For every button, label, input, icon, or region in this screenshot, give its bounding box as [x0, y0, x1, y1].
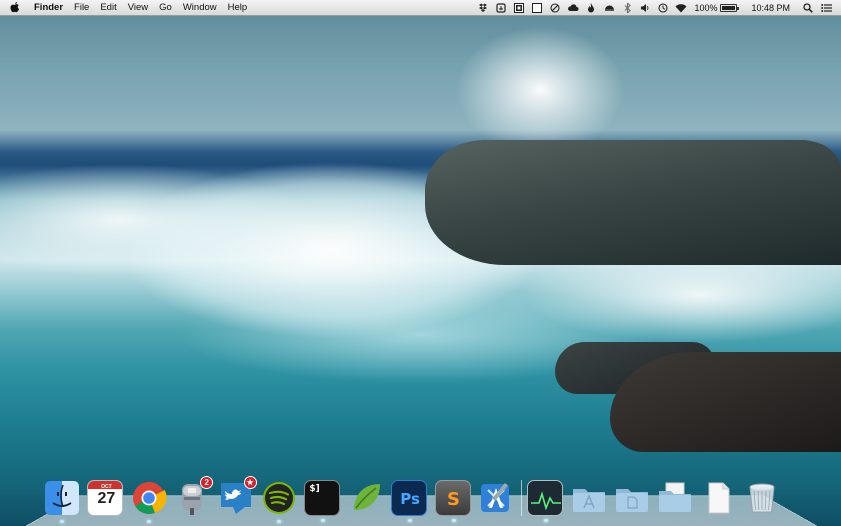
- bluetooth-icon[interactable]: [621, 2, 633, 13]
- terminal-prompt: $]: [309, 484, 320, 494]
- running-indicator: [276, 520, 281, 523]
- calendar-icon[interactable]: OCT 27: [87, 480, 124, 516]
- battery-icon[interactable]: [720, 3, 740, 12]
- battery-fill: [722, 5, 736, 10]
- window-icon[interactable]: [531, 2, 543, 13]
- status-area: 100% 10:48 PM: [471, 0, 841, 15]
- clock[interactable]: 10:48 PM: [751, 3, 790, 13]
- mail-icon[interactable]: 2: [174, 476, 214, 516]
- calendar-day: 27: [97, 490, 116, 507]
- running-indicator: [451, 519, 456, 522]
- do-not-disturb-icon[interactable]: [549, 2, 561, 13]
- documents-folder-icon[interactable]: [614, 480, 650, 516]
- running-indicator: [146, 520, 151, 523]
- menu-go[interactable]: Go: [159, 0, 172, 15]
- downloads-folder-icon[interactable]: [657, 480, 693, 516]
- menu-edit[interactable]: Edit: [100, 0, 116, 15]
- applications-folder-icon[interactable]: [571, 480, 607, 516]
- cloud-icon[interactable]: [567, 3, 579, 13]
- dock-separator: [521, 480, 523, 516]
- trash-icon[interactable]: [744, 480, 780, 516]
- contrast-icon[interactable]: [513, 2, 525, 13]
- running-indicator: [60, 520, 64, 523]
- sublime-label: S: [447, 488, 460, 510]
- notification-badge: 2: [200, 476, 214, 489]
- running-indicator: [408, 519, 413, 522]
- chrome-icon[interactable]: [131, 480, 167, 523]
- desktop-wallpaper: Finder File Edit View Go Window Help 100…: [0, 0, 841, 526]
- terminal-icon[interactable]: $]: [304, 480, 341, 522]
- menu-window[interactable]: Window: [183, 0, 217, 15]
- activity-monitor-icon[interactable]: [527, 480, 564, 522]
- menu-bar: Finder File Edit View Go Window Help 100…: [0, 0, 841, 16]
- menu-app-name[interactable]: Finder: [34, 0, 63, 15]
- notification-badge: ★: [243, 476, 257, 489]
- document-stack-icon[interactable]: [701, 480, 737, 516]
- sublime-text-icon[interactable]: S: [434, 480, 471, 522]
- volume-icon[interactable]: [639, 3, 651, 13]
- wallpaper-rock: [425, 140, 841, 265]
- wifi-icon[interactable]: [675, 3, 687, 13]
- menu-help[interactable]: Help: [228, 0, 248, 15]
- cloud-sync-icon[interactable]: [495, 2, 507, 13]
- dropbox-icon[interactable]: [477, 3, 489, 13]
- menu-file[interactable]: File: [74, 0, 89, 15]
- flame-icon[interactable]: [585, 2, 597, 13]
- notification-center-icon[interactable]: [820, 3, 832, 13]
- evernote-icon[interactable]: [348, 480, 384, 516]
- helmet-icon[interactable]: [603, 3, 615, 13]
- photoshop-icon[interactable]: Ps: [391, 480, 428, 522]
- xcode-icon[interactable]: [478, 480, 514, 516]
- wallpaper-rock: [610, 352, 841, 452]
- apple-icon[interactable]: [10, 2, 20, 13]
- spotlight-icon[interactable]: [802, 2, 814, 13]
- menu-view[interactable]: View: [128, 0, 148, 15]
- spotify-icon[interactable]: [261, 480, 297, 523]
- time-machine-icon[interactable]: [657, 2, 669, 13]
- twitter-icon[interactable]: ★: [218, 476, 257, 516]
- photoshop-label: Ps: [400, 490, 420, 508]
- finder-icon[interactable]: [44, 480, 80, 523]
- battery-percent[interactable]: 100%: [694, 3, 717, 13]
- dock: OCT 27 2 ★ $] Ps S: [44, 472, 780, 523]
